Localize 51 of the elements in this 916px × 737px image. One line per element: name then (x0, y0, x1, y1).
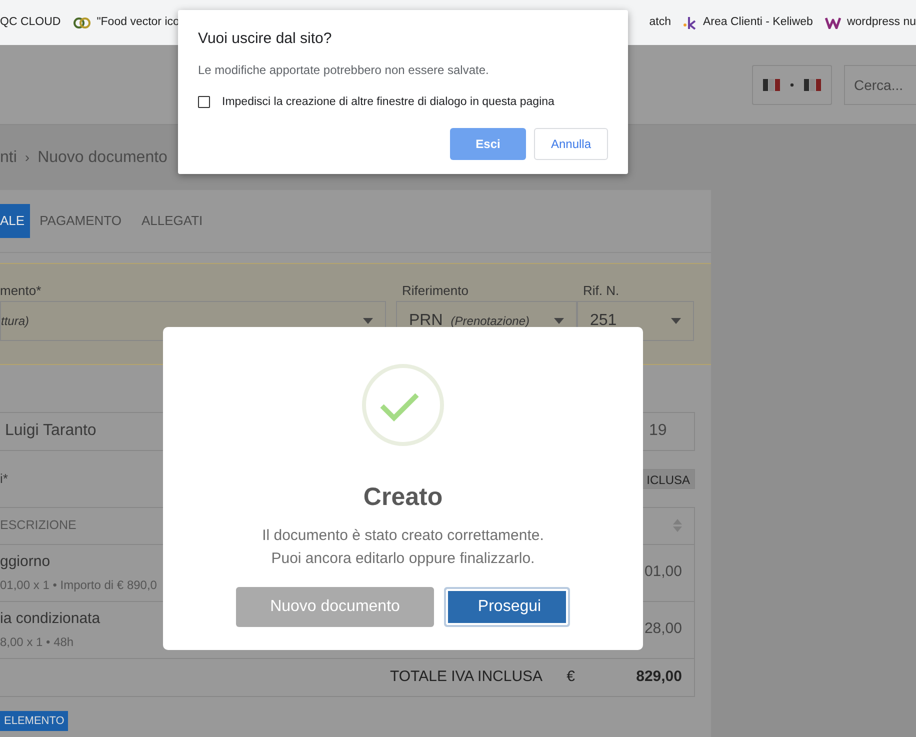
field-label: i* (0, 470, 8, 488)
vat-toggle[interactable]: ICLUSA (640, 468, 695, 488)
item-amount: 28,00 (644, 619, 682, 640)
bookmark[interactable]: Area Clienti - Keliweb (703, 14, 813, 32)
tab[interactable]: ALLEGATI (131, 204, 213, 238)
tab[interactable]: PAGAMENTO (30, 204, 132, 238)
total-amount: 829,00 (636, 666, 682, 687)
total-label: TOTALE IVA INCLUSA (390, 666, 543, 687)
item-title: ia condizionata (0, 608, 100, 629)
field-label: Rif. N. (582, 282, 620, 296)
search-field[interactable]: Cerca... (844, 64, 916, 104)
select-value: 251 (590, 310, 617, 330)
rings-icon (72, 16, 91, 28)
checkbox-label: Impedisci la creazione di altre finestre di dialogo in questa pagina (222, 94, 554, 110)
new-document-button[interactable]: Nuovo documento (236, 587, 434, 627)
modal-title: Creato (363, 482, 443, 512)
dialog-message: Le modifiche apportate potrebbero non essere salvate. (198, 62, 490, 78)
bookmark[interactable]: wordpress nu (846, 14, 916, 32)
exit-button[interactable]: Esci (450, 128, 526, 160)
add-item-button[interactable]: ELEMENTO (0, 710, 68, 730)
item-detail: 8,00 x 1 • 48h (0, 634, 75, 652)
breadcrumb-item[interactable]: nti (0, 146, 17, 170)
item-amount: 01,00 (644, 562, 682, 582)
breadcrumb-item: Nuovo documento (38, 148, 168, 168)
flags-icon (763, 78, 821, 92)
language-button[interactable] (752, 64, 832, 104)
field-label: Riferimento (401, 282, 470, 296)
checkbox[interactable] (198, 96, 210, 108)
dialog-title: Vuoi uscire dal sito? (198, 29, 333, 49)
bookmark[interactable]: QC CLOUD (0, 14, 61, 32)
continue-button[interactable]: Prosegui (444, 587, 570, 627)
column-header: ESCRIZIONE (0, 517, 76, 534)
caret-icon (671, 318, 681, 324)
cancel-button[interactable]: Annulla (534, 128, 608, 160)
caret-icon (363, 318, 373, 324)
w-logo-icon (824, 16, 841, 28)
k-logo-icon (683, 16, 698, 30)
select-note: (Prenotazione) (450, 312, 530, 330)
select-note: ttura) (1, 312, 30, 330)
modal-message: Il documento è stato creato correttamente. (262, 526, 544, 546)
item-detail: 01,00 x 1 • Importo di € 890,0 (0, 577, 157, 594)
breadcrumb-separator: › (24, 148, 30, 167)
bookmark[interactable]: atch (649, 14, 672, 32)
caret-icon (554, 318, 564, 324)
select-value: PRN (409, 310, 443, 330)
field-label: mento* (0, 282, 42, 296)
tab[interactable]: ALE (0, 204, 30, 238)
currency-symbol: € (566, 666, 575, 687)
modal-message: Puoi ancora editarlo oppure finalizzarlo. (271, 549, 535, 569)
success-check-icon (362, 364, 444, 446)
item-title: ggiorno (0, 552, 52, 572)
